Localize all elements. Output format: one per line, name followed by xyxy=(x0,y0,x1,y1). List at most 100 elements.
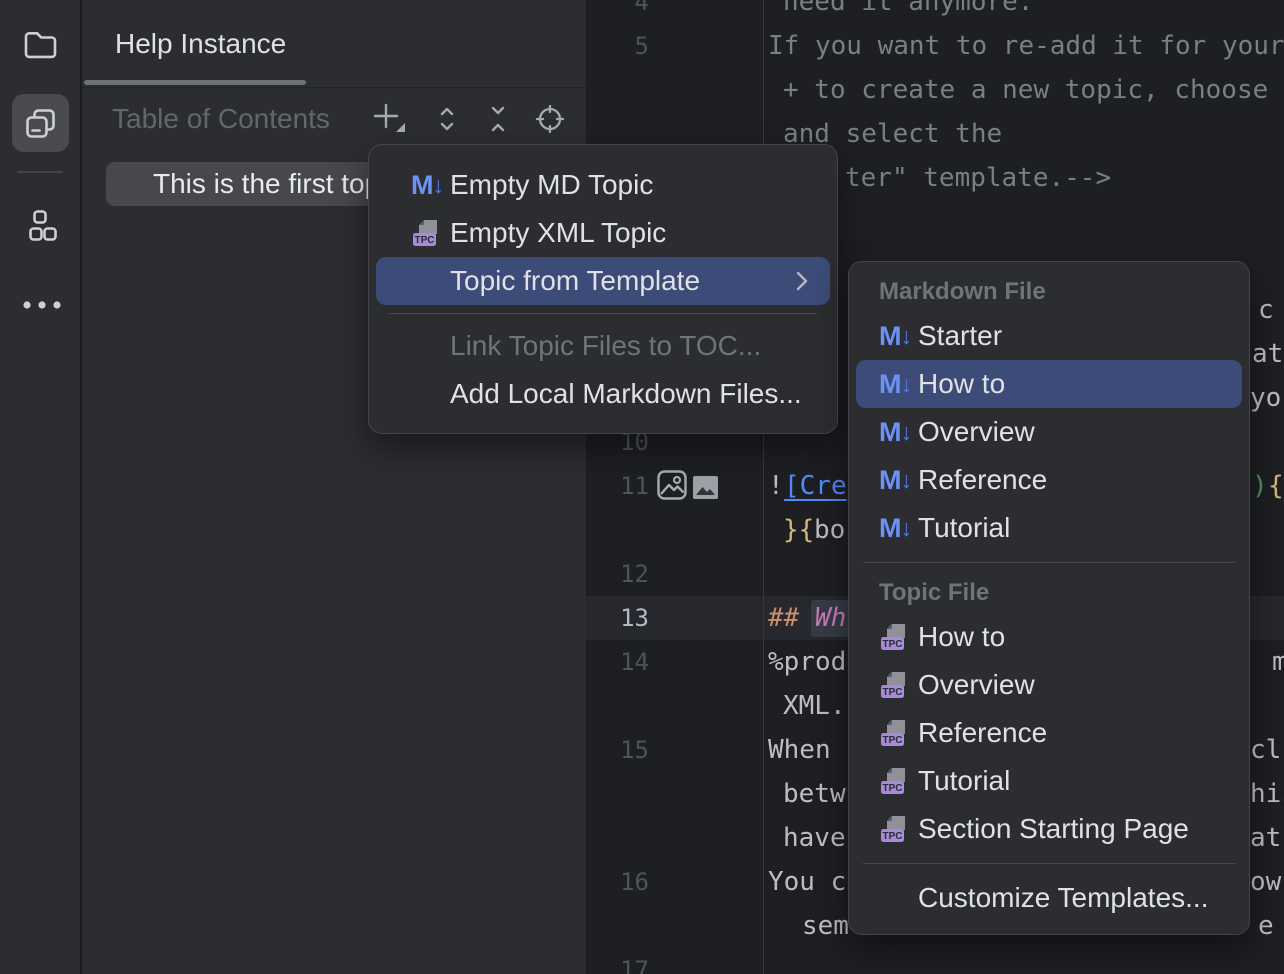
line-number: 5 xyxy=(586,24,649,68)
code-fragment-heading: Wh xyxy=(815,596,846,640)
tool-window-stripe xyxy=(0,0,82,974)
code-fragment: his xyxy=(1250,772,1284,816)
menu-item-label: Topic from Template xyxy=(450,265,700,297)
markdown-file-icon: M↓ xyxy=(879,323,912,350)
code-fragment: You c xyxy=(768,860,846,904)
submenu-arrow-icon xyxy=(794,269,810,293)
code-fragment: at xyxy=(1252,332,1283,376)
code-fragment: betw xyxy=(783,772,846,816)
menu-item-empty-xml-topic[interactable]: TPC Empty XML Topic xyxy=(369,209,837,257)
menu-separator xyxy=(389,313,817,314)
svg-text:TPC: TPC xyxy=(415,235,435,246)
code-fragment: e xyxy=(1258,904,1274,948)
code-fragment: + to create a new topic, choose t xyxy=(783,68,1284,112)
code-fragment-link: [Cre xyxy=(784,464,847,508)
toc-header-label: Table of Contents xyxy=(112,97,330,141)
markdown-file-icon: M↓ xyxy=(879,419,912,446)
code-fragment: need it anymore. xyxy=(783,0,1033,24)
submenu-item-how-to-md[interactable]: M↓ How to xyxy=(856,360,1242,408)
submenu-item-starter[interactable]: M↓ Starter xyxy=(849,312,1249,360)
topic-file-icon: TPC xyxy=(879,670,909,700)
expand-all-icon xyxy=(433,105,461,133)
line-number: 15 xyxy=(586,728,649,772)
add-topic-button[interactable] xyxy=(372,102,406,134)
code-fragment: m xyxy=(1272,640,1284,684)
code-fragment: at xyxy=(1250,816,1281,860)
sidebar-item-project[interactable] xyxy=(21,26,59,62)
collapse-all-icon xyxy=(484,105,512,133)
code-fragment: ) xyxy=(1252,464,1268,508)
image-preview-outline-icon[interactable] xyxy=(656,469,688,501)
submenu-item-label: Starter xyxy=(918,320,1002,352)
code-fragment: c xyxy=(1258,288,1274,332)
toc-item-label: This is the first top xyxy=(153,162,380,206)
submenu-item-overview-topic[interactable]: TPC Overview xyxy=(849,661,1249,709)
line-number: 17 xyxy=(586,948,649,974)
submenu-item-label: Reference xyxy=(918,464,1047,496)
submenu-item-label: Tutorial xyxy=(918,765,1010,797)
topic-file-icon: TPC xyxy=(879,622,909,652)
tool-window-header: Help Instance xyxy=(82,0,586,88)
image-preview-filled-icon[interactable] xyxy=(693,476,718,499)
line-number: 11 xyxy=(586,464,649,508)
code-fragment: When xyxy=(768,728,831,772)
submenu-item-tutorial-topic[interactable]: TPC Tutorial xyxy=(849,757,1249,805)
line-number-active: 13 xyxy=(586,596,649,640)
code-fragment-heading-marker: ## xyxy=(768,596,799,640)
submenu-item-section-starting-page[interactable]: TPC Section Starting Page xyxy=(849,805,1249,853)
markdown-file-icon: M↓ xyxy=(879,467,912,494)
code-fragment: { xyxy=(1268,464,1284,508)
submenu-item-tutorial-md[interactable]: M↓ Tutorial xyxy=(849,504,1249,552)
submenu-item-label: Overview xyxy=(918,669,1035,701)
line-number: 16 xyxy=(586,860,649,904)
menu-item-link-topic-files[interactable]: Link Topic Files to TOC... xyxy=(369,322,837,370)
collapse-all-button[interactable] xyxy=(481,103,515,135)
submenu-item-reference-topic[interactable]: TPC Reference xyxy=(849,709,1249,757)
submenu-item-how-to-topic[interactable]: TPC How to xyxy=(849,613,1249,661)
code-fragment: If you want to re-add it for your xyxy=(768,24,1284,68)
code-fragment: ter" template.--> xyxy=(845,156,1111,200)
application-window: 4 5 10 11 12 13 14 15 16 17 need it anym… xyxy=(0,0,1284,974)
template-submenu: Markdown File M↓ Starter M↓ How to M↓ Ov… xyxy=(848,261,1250,935)
topic-file-icon: TPC xyxy=(411,218,441,248)
locate-selection-button[interactable] xyxy=(533,103,567,135)
sidebar-item-structure[interactable] xyxy=(22,206,60,246)
submenu-item-label: How to xyxy=(918,621,1005,653)
submenu-item-label: Customize Templates... xyxy=(918,882,1209,914)
sidebar-item-writerside[interactable] xyxy=(12,94,69,152)
submenu-item-overview-md[interactable]: M↓ Overview xyxy=(849,408,1249,456)
submenu-item-label: How to xyxy=(918,368,1005,400)
menu-item-topic-from-template[interactable]: Topic from Template xyxy=(376,257,830,305)
active-tab-indicator xyxy=(84,80,306,85)
tab-help-instance[interactable]: Help Instance xyxy=(115,0,286,87)
menu-item-add-local-markdown[interactable]: Add Local Markdown Files... xyxy=(369,370,837,418)
svg-text:TPC: TPC xyxy=(883,735,903,746)
menu-separator xyxy=(863,562,1235,563)
structure-icon xyxy=(25,209,58,243)
line-number: 4 xyxy=(586,0,649,24)
svg-text:TPC: TPC xyxy=(883,831,903,842)
submenu-item-customize-templates[interactable]: Customize Templates... xyxy=(849,874,1249,922)
submenu-section-header: Markdown File xyxy=(849,272,1249,312)
submenu-section-header: Topic File xyxy=(849,573,1249,613)
svg-text:TPC: TPC xyxy=(883,687,903,698)
menu-item-label: Empty XML Topic xyxy=(450,217,666,249)
code-fragment: XML. xyxy=(783,684,846,728)
menu-item-label: Add Local Markdown Files... xyxy=(450,378,802,410)
code-fragment: cl xyxy=(1250,728,1281,772)
code-fragment: %prod xyxy=(768,640,846,684)
menu-separator xyxy=(863,863,1235,864)
code-fragment: sem xyxy=(802,904,849,948)
submenu-item-label: Reference xyxy=(918,717,1047,749)
svg-text:TPC: TPC xyxy=(883,783,903,794)
new-topic-context-menu: M↓ Empty MD Topic TPC Empty XML Topic To… xyxy=(368,144,838,434)
sidebar-item-more[interactable] xyxy=(20,290,64,320)
locate-icon xyxy=(535,104,565,134)
expand-all-button[interactable] xyxy=(430,103,464,135)
menu-item-empty-md-topic[interactable]: M↓ Empty MD Topic xyxy=(369,161,837,209)
svg-text:TPC: TPC xyxy=(883,639,903,650)
submenu-item-reference-md[interactable]: M↓ Reference xyxy=(849,456,1249,504)
markdown-file-icon: M↓ xyxy=(411,172,444,199)
sidebar-divider xyxy=(17,171,63,173)
markdown-file-icon: M↓ xyxy=(879,371,912,398)
